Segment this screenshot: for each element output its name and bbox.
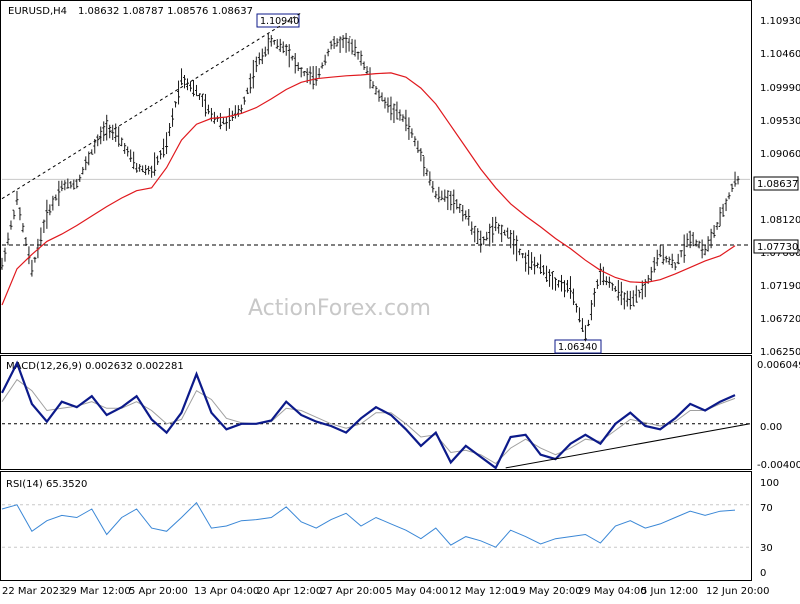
x-tick-label: 12 Jun 20:00	[706, 586, 770, 597]
x-tick-label: 5 Jun 12:00	[641, 586, 698, 597]
chart-marks	[0, 12, 751, 548]
macd-y-tick: 0.00	[760, 422, 782, 433]
x-tick-label: 13 Apr 04:00	[194, 586, 259, 597]
macd-trendline	[505, 423, 751, 469]
x-tick-label: 5 Apr 20:00	[129, 586, 188, 597]
chart-canvas: ActionForex.com EURUSD,H4 1.08632 1.0878…	[0, 0, 800, 597]
rsi-y-tick: 100	[760, 478, 779, 489]
x-tick-label: 5 May 04:00	[386, 586, 448, 597]
x-tick-label: 27 Apr 20:00	[320, 586, 385, 597]
low-label: 1.06340	[558, 342, 597, 353]
chart-ohlc: 1.08632 1.08787 1.08576 1.08637	[78, 6, 253, 17]
macd-line	[1, 360, 736, 470]
macd-y-tick: -0.004005	[757, 460, 800, 471]
price-y-tick: 1.06250	[760, 347, 800, 358]
rsi-title: RSI(14) 65.3520	[6, 479, 87, 490]
price-y-tick: 1.09530	[760, 116, 800, 127]
macd-signal-line	[1, 378, 736, 465]
x-axis: 22 Mar 2023 29 Mar 12:00 5 Apr 20:00 13 …	[2, 586, 770, 597]
moving-average-line	[1, 72, 736, 306]
rsi-panel-frame	[0, 471, 752, 581]
x-tick-label: 29 Mar 12:00	[64, 586, 131, 597]
rsi-y-axis: 100 70 30 0	[760, 478, 779, 579]
support-level-label: 1.07730	[757, 242, 798, 253]
high-annotation: 1.10940	[256, 13, 300, 28]
price-y-tick: 1.09990	[760, 83, 800, 94]
macd-y-tick: 0.006049	[757, 360, 800, 371]
support-level-tag: 1.07730	[753, 239, 799, 254]
watermark: ActionForex.com	[248, 296, 431, 321]
price-y-tick: 1.09060	[760, 149, 800, 160]
price-y-tick: 1.08120	[760, 215, 800, 226]
low-annotation: 1.06340	[554, 339, 602, 354]
rsi-y-tick: 0	[760, 568, 766, 579]
x-tick-label: 20 Apr 12:00	[257, 586, 322, 597]
price-y-tick: 1.10930	[760, 16, 800, 27]
x-tick-label: 29 May 04:00	[578, 586, 647, 597]
chart-symbol: EURUSD,H4	[8, 6, 67, 17]
current-price-tag: 1.08637	[753, 176, 799, 191]
current-price-label: 1.08637	[757, 179, 798, 190]
rsi-y-tick: 30	[760, 543, 773, 554]
chart-container: ActionForex.com EURUSD,H4 1.08632 1.0878…	[0, 0, 800, 600]
price-y-tick: 1.07190	[760, 281, 800, 292]
price-y-tick: 1.06720	[760, 314, 800, 325]
x-tick-label: 12 May 12:00	[449, 586, 518, 597]
rsi-y-tick: 70	[760, 503, 773, 514]
x-tick-label: 19 May 20:00	[513, 586, 582, 597]
rsi-line	[1, 501, 736, 548]
macd-title: MACD(12,26,9) 0.002632 0.002281	[6, 361, 184, 372]
price-y-tick: 1.10460	[760, 49, 800, 60]
macd-y-axis: 0.006049 0.00 -0.004005	[757, 360, 800, 471]
x-tick-label: 22 Mar 2023	[2, 586, 65, 597]
